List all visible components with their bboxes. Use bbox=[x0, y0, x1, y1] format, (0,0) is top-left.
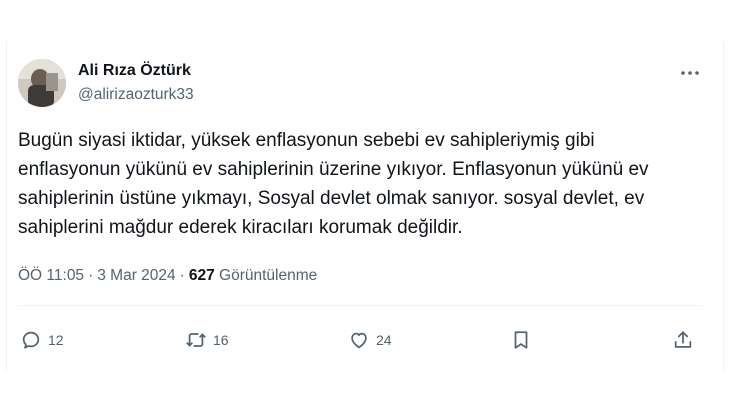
tweet-time[interactable]: ÖÖ 11:05 bbox=[18, 267, 84, 284]
action-bar: 12 16 24 bbox=[20, 325, 700, 355]
tweet-meta: ÖÖ 11:05 · 3 Mar 2024 · 627 Görüntülenme bbox=[18, 267, 317, 285]
bookmark-icon bbox=[514, 331, 528, 349]
reply-icon bbox=[22, 331, 40, 349]
like-button[interactable]: 24 bbox=[348, 325, 392, 355]
retweet-button[interactable]: 16 bbox=[185, 325, 229, 355]
bookmark-button[interactable] bbox=[510, 325, 532, 355]
retweet-count: 16 bbox=[213, 332, 229, 348]
divider bbox=[18, 305, 702, 306]
tweet-date[interactable]: 3 Mar 2024 bbox=[97, 267, 175, 284]
share-button[interactable] bbox=[672, 325, 694, 355]
reply-button[interactable]: 12 bbox=[20, 325, 64, 355]
more-dots-icon bbox=[681, 71, 699, 75]
avatar-image bbox=[18, 59, 66, 107]
meta-separator: · bbox=[88, 267, 94, 284]
avatar[interactable] bbox=[18, 59, 66, 107]
tweet-text: Bugün siyasi iktidar, yüksek enflasyonun… bbox=[18, 130, 649, 238]
user-name[interactable]: Ali Rıza Öztürk bbox=[78, 62, 191, 80]
views-label: Görüntülenme bbox=[219, 267, 318, 284]
views-count[interactable]: 627 bbox=[189, 267, 215, 284]
heart-icon bbox=[351, 332, 367, 349]
share-icon bbox=[674, 331, 692, 348]
more-options-button[interactable] bbox=[679, 64, 701, 82]
meta-separator: · bbox=[179, 267, 185, 284]
like-count: 24 bbox=[376, 332, 392, 348]
user-handle[interactable]: @alirizaozturk33 bbox=[78, 86, 194, 104]
retweet-icon bbox=[186, 333, 206, 347]
reply-count: 12 bbox=[48, 332, 64, 348]
